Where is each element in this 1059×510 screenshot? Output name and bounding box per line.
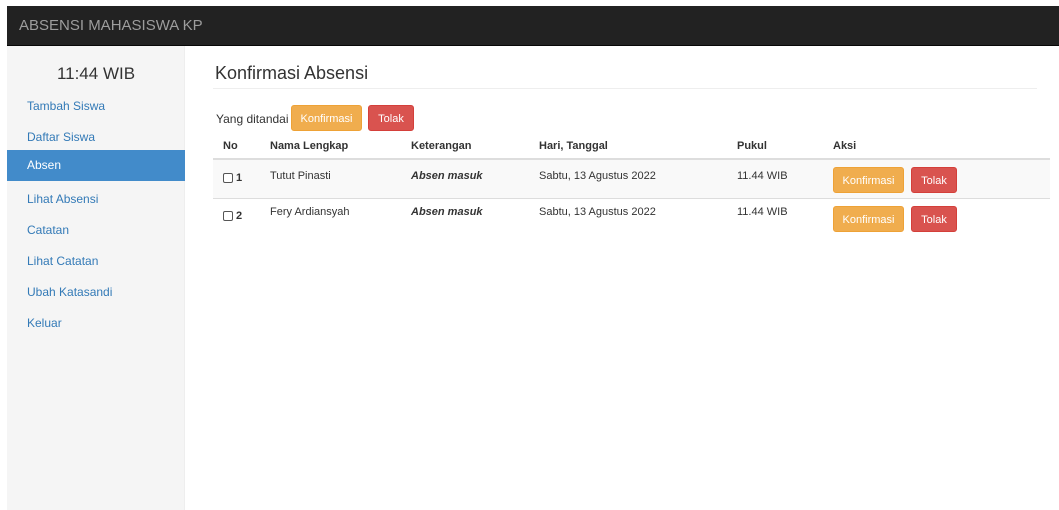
column-header-date: Hari, Tanggal [539, 140, 608, 152]
marked-label: Yang ditandai : [216, 112, 296, 126]
confirm-button[interactable]: Konfirmasi [833, 206, 904, 232]
student-name: Tutut Pinasti [270, 170, 331, 182]
attendance-time: 11.44 WIB [737, 206, 788, 218]
sidebar-item-lihat-catatan[interactable]: Lihat Catatan [7, 246, 185, 277]
column-header-name: Nama Lengkap [270, 140, 349, 152]
column-header-note: Keterangan [411, 140, 472, 152]
reject-button[interactable]: Tolak [911, 206, 957, 232]
attendance-note: Absen masuk [411, 206, 483, 218]
row-select-checkbox[interactable] [223, 211, 233, 221]
sidebar: 11:44 WIB Tambah Siswa Daftar Siswa Abse… [7, 46, 185, 510]
sidebar-item-absen[interactable]: Absen [7, 150, 185, 181]
column-header-no: No [223, 140, 238, 152]
bulk-confirm-button[interactable]: Konfirmasi [291, 105, 362, 131]
attendance-time: 11.44 WIB [737, 170, 788, 182]
brand-title[interactable]: ABSENSI MAHASISWA KP [19, 17, 203, 34]
confirm-button[interactable]: Konfirmasi [833, 167, 904, 193]
column-header-actions: Aksi [833, 140, 857, 152]
sidebar-item-keluar[interactable]: Keluar [7, 308, 185, 339]
sidebar-item-ubah-katasandi[interactable]: Ubah Katasandi [7, 277, 185, 308]
bulk-reject-button[interactable]: Tolak [368, 105, 414, 131]
row-divider [213, 198, 1050, 199]
row-select-checkbox[interactable] [223, 173, 233, 183]
sidebar-item-lihat-absensi[interactable]: Lihat Absensi [7, 184, 185, 215]
reject-button[interactable]: Tolak [911, 167, 957, 193]
sidebar-item-daftar-siswa[interactable]: Daftar Siswa [7, 122, 185, 153]
row-number: 2 [236, 210, 243, 222]
top-navbar: ABSENSI MAHASISWA KP [7, 6, 1059, 46]
clock-display: 11:44 WIB [56, 64, 136, 83]
sidebar-item-catatan[interactable]: Catatan [7, 215, 185, 246]
sidebar-item-tambah-siswa[interactable]: Tambah Siswa [7, 91, 185, 122]
row-number: 1 [236, 172, 243, 184]
attendance-note: Absen masuk [411, 170, 483, 182]
attendance-date: Sabtu, 13 Agustus 2022 [539, 206, 656, 218]
column-header-time: Pukul [737, 140, 767, 152]
student-name: Fery Ardiansyah [270, 206, 350, 218]
attendance-date: Sabtu, 13 Agustus 2022 [539, 170, 656, 182]
page-title: Konfirmasi Absensi [215, 63, 369, 83]
title-divider [213, 88, 1037, 89]
